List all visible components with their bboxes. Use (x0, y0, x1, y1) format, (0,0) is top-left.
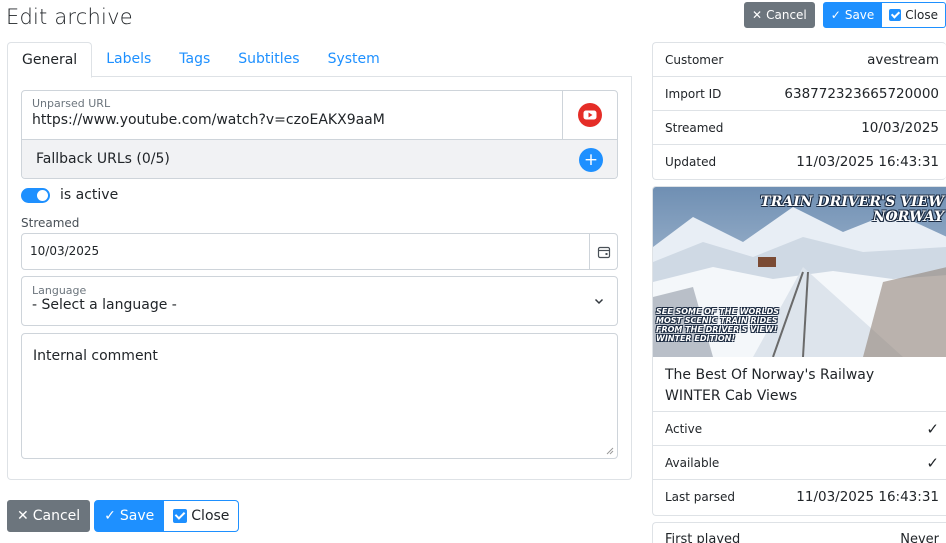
internal-comment-textarea[interactable]: Internal comment (21, 333, 618, 459)
tab-bar: General Labels Tags Subtitles System (7, 42, 632, 78)
cancel-label: Cancel (766, 8, 807, 22)
info-key: Updated (665, 155, 717, 169)
thumbnail-caption-line: SEE SOME OF THE WORLDS (656, 307, 779, 316)
tab-system[interactable]: System (314, 42, 394, 77)
info-value: 11/03/2025 16:43:31 (796, 154, 939, 170)
info-row-customer: Customer avestream (653, 43, 946, 77)
info-key: Streamed (665, 120, 724, 135)
youtube-button[interactable] (562, 91, 617, 139)
is-active-toggle[interactable] (21, 187, 50, 203)
close-icon: ✕ (17, 508, 29, 524)
info-row-import-id: Import ID 638772323665720000 (653, 77, 946, 111)
info-value: 10/03/2025 (861, 119, 939, 136)
is-active-toggle-row: is active (21, 187, 118, 203)
video-card: TRAIN DRIVER'S VIEW NORWAY SEE SOME OF T… (652, 186, 946, 516)
is-active-label: is active (60, 187, 119, 203)
archive-info-table: Customer avestream Import ID 63877232366… (652, 42, 946, 180)
streamed-date-value: 10/03/2025 (30, 244, 100, 258)
bottom-action-group: ✕ Cancel ✓ Save Close (7, 500, 240, 532)
info-value: Never (900, 532, 939, 543)
calendar-icon (597, 246, 610, 258)
video-title: The Best Of Norway's Railway WINTER Cab … (653, 357, 946, 412)
url-field-group: Unparsed URL https://www.youtube.com/wat… (21, 90, 618, 179)
video-key: Last parsed (665, 490, 735, 504)
thumbnail-title-line: NORWAY (872, 209, 944, 225)
url-label: Unparsed URL (32, 97, 111, 110)
check-icon: ✓ (830, 8, 841, 22)
video-key: Active (665, 421, 703, 436)
fallback-urls-row: Fallback URLs (0/5) + (22, 139, 617, 178)
info-value: avestream (867, 51, 939, 68)
checkbox-icon (889, 9, 902, 21)
cancel-button-bottom[interactable]: ✕ Cancel (7, 500, 91, 532)
info-value: 638772323665720000 (784, 85, 939, 102)
save-button-bottom[interactable]: ✓ Save (94, 500, 165, 532)
info-key: Import ID (665, 86, 722, 101)
thumbnail-caption: SEE SOME OF THE WORLDS MOST SCENIC TRAIN… (656, 307, 806, 343)
plus-icon[interactable]: + (579, 148, 603, 172)
info-key: First played (665, 532, 741, 543)
url-input[interactable]: Unparsed URL https://www.youtube.com/wat… (22, 91, 562, 139)
tab-general[interactable]: General (7, 42, 93, 78)
check-icon: ✓ (926, 453, 939, 472)
cancel-label: Cancel (32, 508, 81, 524)
chevron-down-icon (594, 298, 604, 305)
tab-labels[interactable]: Labels (92, 42, 165, 77)
youtube-icon (578, 103, 602, 127)
page-title: Edit archive (6, 5, 133, 29)
save-close-checkbox-bottom[interactable]: Close (164, 500, 240, 532)
thumbnail-caption-line: MOST SCENIC TRAIN RIDES (656, 316, 778, 325)
close-label: Close (191, 508, 230, 524)
streamed-date-input[interactable]: 10/03/2025 (21, 233, 618, 270)
close-label: Close (905, 8, 938, 22)
video-row-available: Available ✓ (653, 446, 946, 480)
language-select[interactable]: Language - Select a language - (21, 276, 618, 326)
comment-placeholder: Internal comment (33, 348, 158, 364)
info-row-updated: Updated 11/03/2025 16:43:31 (653, 145, 946, 179)
checkbox-icon (173, 509, 188, 523)
url-value: https://www.youtube.com/watch?v=czoEAKX9… (32, 112, 385, 128)
close-icon: ✕ (752, 8, 763, 22)
tab-subtitles[interactable]: Subtitles (224, 42, 313, 77)
info-row-streamed: Streamed 10/03/2025 (653, 111, 946, 145)
top-action-group: ✕ Cancel ✓ Save Close (744, 2, 946, 28)
language-label: Language (32, 284, 87, 297)
language-value: - Select a language - (32, 297, 177, 313)
info-key: Customer (665, 52, 724, 67)
save-label: Save (844, 8, 875, 22)
video-key: Available (665, 455, 720, 470)
save-close-checkbox-top[interactable]: Close (882, 2, 946, 28)
video-value: 11/03/2025 16:43:31 (796, 489, 939, 505)
fallback-label: Fallback URLs (0/5) (36, 151, 170, 167)
check-icon: ✓ (104, 508, 116, 524)
video-row-active: Active ✓ (653, 412, 946, 446)
thumbnail-title-line: TRAIN DRIVER'S VIEW (760, 194, 944, 210)
video-thumbnail[interactable]: TRAIN DRIVER'S VIEW NORWAY SEE SOME OF T… (653, 187, 946, 357)
resize-handle-icon[interactable] (606, 447, 614, 455)
tab-tags[interactable]: Tags (165, 42, 224, 77)
cancel-button-top[interactable]: ✕ Cancel (744, 2, 815, 28)
info-row-first-played: First played Never (652, 522, 946, 543)
streamed-label: Streamed (21, 216, 80, 230)
calendar-button[interactable] (589, 234, 617, 269)
thumbnail-caption-line: FROM THE DRIVER'S VIEW! (656, 325, 778, 334)
save-button-top[interactable]: ✓ Save (822, 2, 883, 28)
video-row-last-parsed: Last parsed 11/03/2025 16:43:31 (653, 480, 946, 514)
save-label: Save (119, 508, 155, 524)
check-icon: ✓ (926, 419, 939, 438)
thumbnail-caption-line: WINTER EDITION! (656, 334, 736, 343)
thumbnail-title: TRAIN DRIVER'S VIEW NORWAY (760, 195, 944, 225)
